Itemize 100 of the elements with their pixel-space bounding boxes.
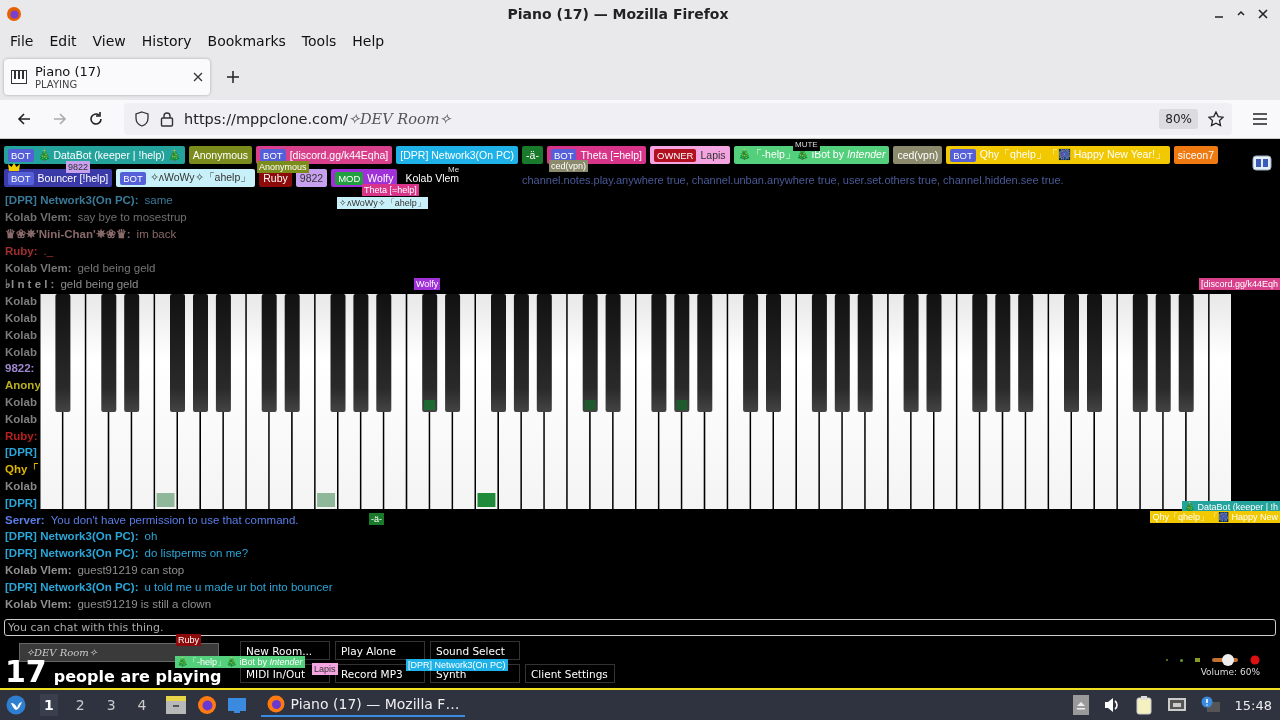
close-icon[interactable] [1258, 9, 1268, 19]
chat-message: guest91219 is still a clown [77, 597, 212, 610]
address-bar[interactable]: https://mppclone.com/✧DEV Room✧ 80% [124, 103, 1232, 135]
menu-item[interactable]: Help [344, 33, 393, 49]
url-text: https://mppclone.com/✧DEV Room✧ [184, 111, 453, 127]
clipboard-icon[interactable] [1134, 695, 1153, 715]
cursor-tooltip: [DPR] Network3(On PC) [406, 659, 508, 671]
firefox-icon [266, 695, 285, 713]
workspace-button[interactable]: 4 [133, 694, 151, 716]
user-tag[interactable]: BOT [discord.gg/k44Eqha] [256, 146, 393, 164]
control-button[interactable]: Client Settings [525, 664, 615, 683]
role-badge: BOT [260, 148, 286, 162]
firefox-icon[interactable] [196, 695, 217, 715]
zoom-level[interactable]: 80% [1159, 109, 1198, 129]
user-tag[interactable]: BOT ✧ʌWoWy✧「ahelp」 [116, 169, 256, 187]
user-name: -ä- [526, 149, 539, 161]
record-dot-icon [1250, 655, 1260, 665]
file-cabinet-icon[interactable] [164, 695, 187, 715]
reload-icon[interactable] [88, 111, 104, 127]
user-name: Anonymous [192, 149, 249, 161]
chat-username: Ruby: [5, 429, 38, 442]
menu-item[interactable]: View [84, 33, 134, 49]
window-title: Piano (17) — Mozilla Firefox [506, 6, 730, 22]
user-name: Wolfy [367, 172, 394, 184]
chat-username: Kolab [5, 312, 37, 325]
chat-message: same [144, 194, 173, 207]
chat-input[interactable]: You can chat with this thing. [4, 619, 1276, 636]
chat-username: Kolab [5, 328, 37, 341]
chat-username: Kolab [5, 295, 37, 308]
cursor-tooltip: -ä- [369, 513, 384, 525]
piano-keys-drawing[interactable] [40, 294, 1231, 509]
chat-username: Kolab [5, 345, 37, 358]
taskbar-window-button[interactable]: Piano (17) — Mozilla F… [260, 693, 466, 717]
clock: 15:48 [1234, 697, 1273, 713]
chat-message: channel.notes.play.anywhere true, channel.unban.anywhere true, user.set.others true, channel.hidden.see true. [522, 174, 1064, 186]
close-icon[interactable] [193, 72, 203, 82]
menu-item[interactable]: File [2, 33, 42, 49]
cursor-tooltip: Theta [=help] [362, 184, 419, 196]
user-tag[interactable]: 9822 [295, 169, 328, 187]
chat-username: [DPR] [5, 446, 37, 459]
user-tag[interactable]: OWNER Lapis [650, 146, 730, 164]
back-icon[interactable] [16, 111, 32, 127]
cursor-tooltip: Anonymous [257, 161, 309, 173]
shield-icon[interactable] [134, 111, 150, 127]
chat-message: guest91219 can stop [77, 564, 185, 576]
user-name: Lapis [700, 149, 726, 161]
menu-icon[interactable] [1252, 112, 1268, 126]
activity-dot-icon [1180, 658, 1183, 662]
chat-username: [DPR] Network3(On PC): [5, 530, 139, 543]
user-tag[interactable]: -ä- [522, 146, 543, 164]
chat-username: Server: [5, 513, 45, 526]
network-icon[interactable] [1166, 696, 1187, 714]
user-tag[interactable]: ced(vpn) [893, 146, 943, 164]
player-count-label: people are playing [53, 667, 222, 686]
user-name: [discord.gg/k44Eqha] [289, 149, 389, 161]
bookmark-star-icon[interactable] [1208, 111, 1224, 127]
tab-title: Piano (17) [35, 64, 103, 79]
role-badge: BOT [8, 148, 34, 162]
user-tag[interactable]: Anonymous [188, 146, 253, 164]
chat-username: Kolab [5, 412, 37, 425]
menu-item[interactable]: Tools [293, 33, 345, 49]
workspace-button[interactable]: 1 [40, 694, 58, 716]
volume-label: Volume: 60% [1200, 667, 1260, 677]
piano-icon [11, 70, 27, 84]
control-button[interactable]: Sound Select [430, 641, 520, 660]
plus-icon[interactable] [226, 70, 240, 84]
volume-knob[interactable] [1221, 654, 1234, 666]
role-badge: OWNER [654, 148, 697, 162]
menu-item[interactable]: Edit [41, 33, 85, 49]
user-name: ced(vpn) [897, 149, 939, 161]
workspace-button[interactable]: 3 [102, 694, 120, 716]
chat-message: u told me u made ur bot into bouncer [144, 580, 333, 593]
role-badge: BOT [120, 171, 146, 185]
user-name: Bouncer [!help] [37, 172, 109, 184]
start-menu-icon[interactable] [6, 695, 26, 715]
chat-username: Kolab Vlem: [5, 261, 72, 274]
browser-tab[interactable]: Piano (17) PLAYING [4, 59, 210, 95]
firefox-logo-icon [6, 6, 22, 22]
chat-username: [DPR] [5, 496, 37, 509]
chat-message: say bye to mosestrup [77, 211, 187, 224]
user-tag[interactable]: BOT 🎄 DataBot (keeper | !help) 🎄 [4, 146, 185, 164]
control-button[interactable]: Play Alone [335, 641, 425, 660]
user-tag[interactable]: MOD Wolfy [331, 169, 398, 187]
keyboard-toggle-icon[interactable] [1252, 155, 1272, 171]
chat-username: ♛❀✵'Nini-Chan'✵❀♛: [5, 227, 131, 242]
speaker-icon[interactable] [1102, 696, 1121, 714]
notification-icon[interactable] [1200, 696, 1221, 714]
user-tag[interactable]: BOT Qhy「qhelp」「🎆 Happy New Year!」 [946, 146, 1170, 164]
chat-message: geld being geld [60, 278, 139, 291]
menu-item[interactable]: Bookmarks [199, 33, 294, 49]
workspace-button[interactable]: 2 [71, 694, 89, 716]
cursor-tooltip: 🎄「-help」🎄 iBot by Intender [175, 656, 305, 668]
eject-icon[interactable] [1072, 695, 1089, 715]
monitor-icon[interactable] [226, 696, 247, 714]
chat-message: do listperms on me? [144, 547, 249, 560]
cursor-tooltip: MUTE [793, 139, 820, 151]
user-tag[interactable]: BOT Bouncer [!help] [4, 169, 113, 187]
menu-item[interactable]: History [133, 33, 200, 49]
chat-message: geld being geld [77, 261, 156, 274]
chat-username: Kolab Vlem: [5, 564, 72, 576]
